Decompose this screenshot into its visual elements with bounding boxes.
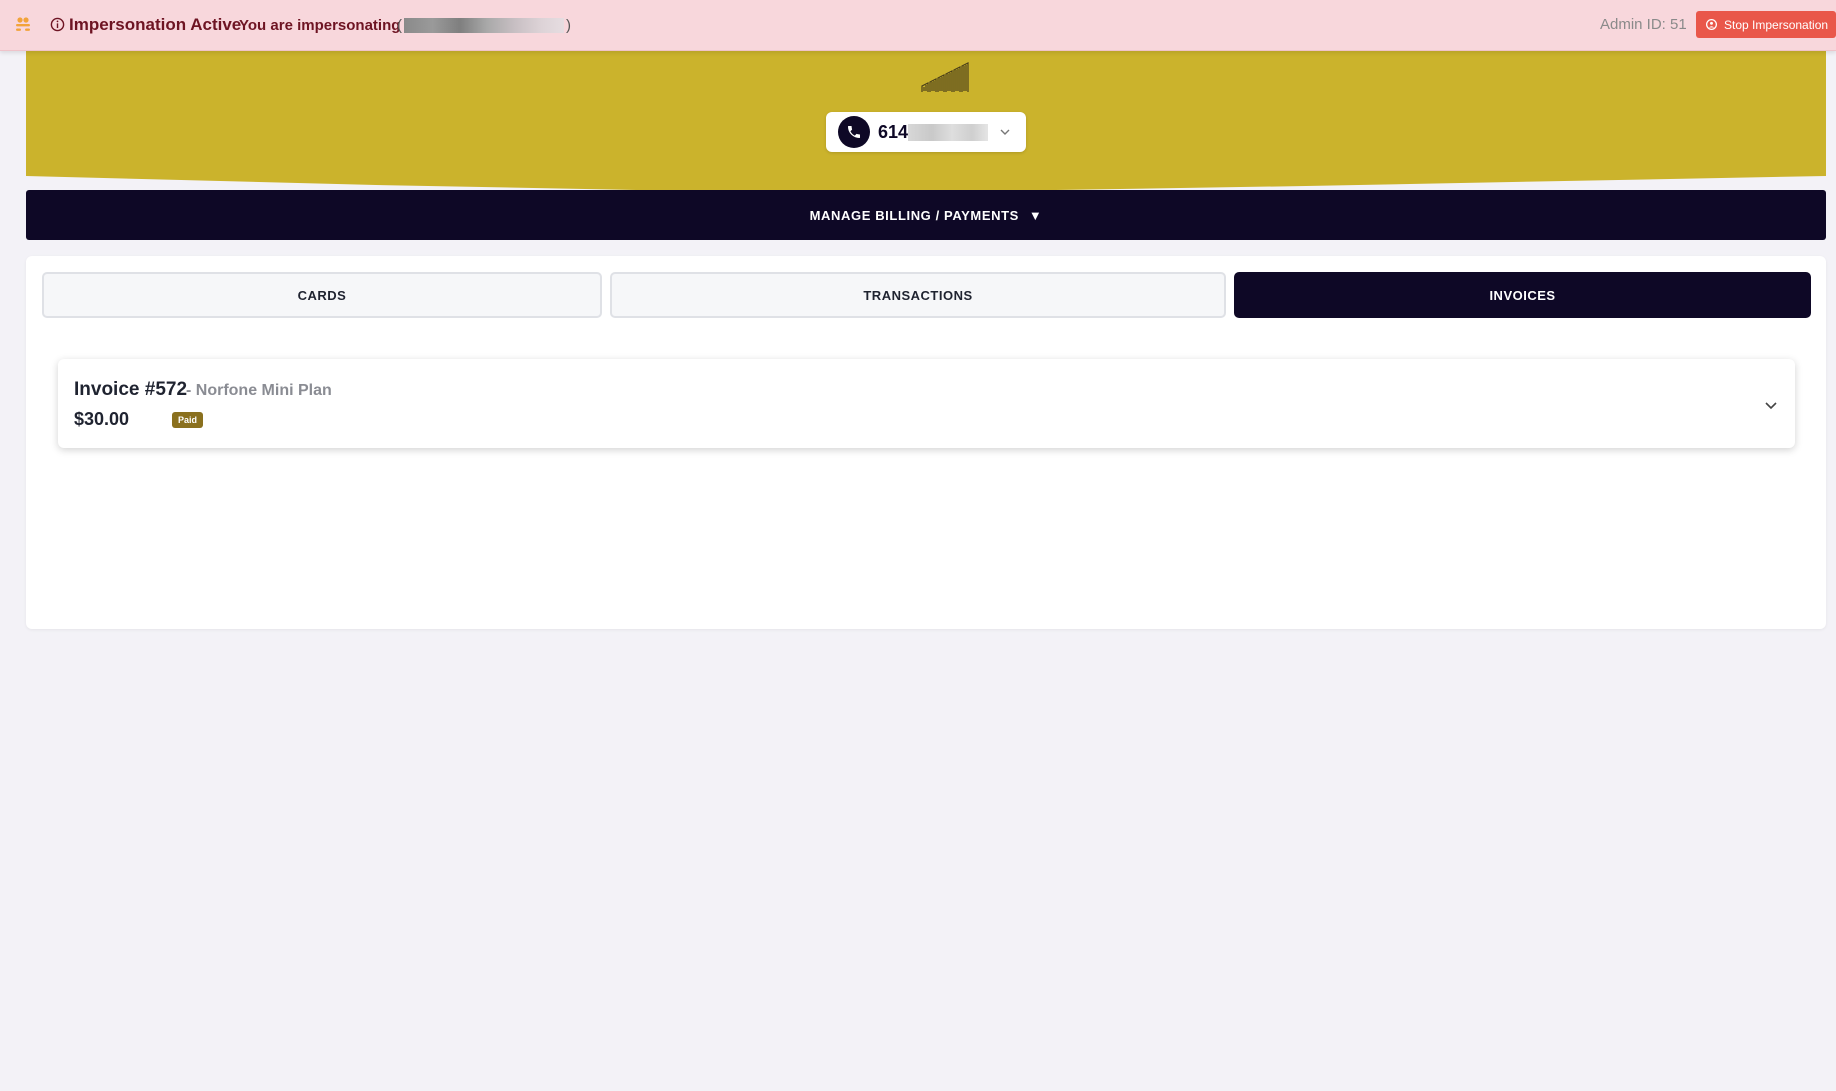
impersonation-title: Impersonation Active	[69, 15, 242, 34]
redacted-phone-digits	[908, 123, 989, 141]
phone-number-prefix: 614	[878, 121, 909, 142]
caret-down-icon: ▼	[1028, 207, 1043, 223]
chevron-down-icon[interactable]	[1763, 397, 1779, 413]
name-open-paren: (	[397, 17, 402, 34]
impersonated-user-name: ( )	[397, 16, 571, 35]
tab-transactions[interactable]: TRANSACTIONS	[610, 272, 1226, 318]
manage-billing-toggle[interactable]: MANAGE BILLING / PAYMENTS ▼	[26, 190, 1826, 240]
invoice-amount: $30.00	[74, 409, 130, 429]
status-badge: Paid	[172, 412, 204, 428]
manage-billing-label: MANAGE BILLING / PAYMENTS	[809, 207, 1019, 223]
name-close-paren: )	[566, 17, 571, 34]
app-icon	[16, 17, 30, 31]
tab-invoices[interactable]: INVOICES	[1234, 272, 1811, 318]
invoice-card[interactable]: Invoice #572 - Norfone Mini Plan $30.00 …	[58, 359, 1795, 448]
impersonation-banner: Impersonation Active You are impersonati…	[0, 0, 1836, 51]
chevron-down-icon	[1000, 129, 1010, 135]
phone-icon	[838, 116, 870, 148]
info-icon	[50, 17, 65, 32]
impersonation-message: You are impersonating	[239, 17, 401, 34]
stop-impersonation-label: Stop Impersonation	[1724, 17, 1829, 32]
tab-cards[interactable]: CARDS	[42, 272, 602, 318]
invoice-title: Invoice #572	[74, 379, 188, 400]
brand-header: 614	[26, 51, 1826, 206]
logo-icon	[921, 62, 969, 92]
phone-number-selector[interactable]: 614	[826, 112, 1026, 152]
invoice-plan-name: - Norfone Mini Plan	[186, 382, 332, 399]
redacted-name	[404, 18, 564, 33]
stop-impersonation-button[interactable]: Stop Impersonation	[1696, 11, 1836, 38]
stop-icon	[1706, 19, 1717, 30]
phone-number: 614	[878, 121, 989, 143]
billing-panel: CARDS TRANSACTIONS INVOICES Invoice #572…	[26, 256, 1826, 629]
admin-id-label: Admin ID: 51	[1600, 16, 1687, 33]
